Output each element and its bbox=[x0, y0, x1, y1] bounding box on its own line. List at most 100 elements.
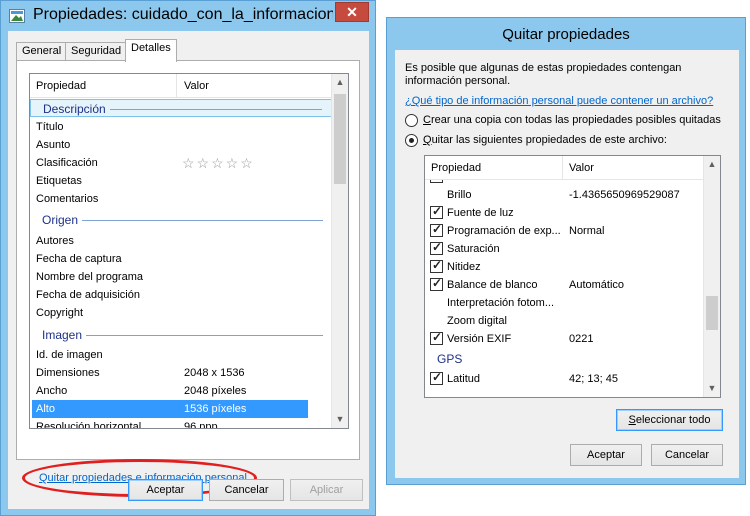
accept-button[interactable]: Aceptar bbox=[128, 479, 203, 501]
column-header-value[interactable]: Valor bbox=[569, 162, 594, 174]
column-header-property[interactable]: Propiedad bbox=[431, 162, 481, 174]
removal-row[interactable]: Interpretación fotom... bbox=[425, 294, 706, 312]
scroll-thumb[interactable] bbox=[334, 94, 346, 184]
tab-detalles[interactable]: Detalles bbox=[125, 39, 177, 62]
row-asunto[interactable]: Asunto bbox=[30, 136, 333, 154]
row-label: Programación de exp... bbox=[447, 225, 561, 237]
column-header-value[interactable]: Valor bbox=[184, 80, 209, 92]
scroll-down-icon[interactable]: ▼ bbox=[704, 380, 720, 397]
radio-create-copy[interactable] bbox=[405, 114, 418, 127]
row-copyright[interactable]: Copyright bbox=[30, 304, 333, 322]
row-dimensiones[interactable]: Dimensiones 2048 x 1536 bbox=[30, 364, 333, 382]
checkbox[interactable]: ✓ bbox=[430, 258, 443, 273]
row-autores[interactable]: Autores bbox=[30, 232, 333, 250]
vertical-scrollbar[interactable]: ▲ ▼ bbox=[331, 74, 348, 428]
row-label: Contraste bbox=[447, 180, 563, 183]
checkbox[interactable]: ✓ bbox=[430, 331, 443, 345]
column-divider[interactable] bbox=[562, 156, 563, 180]
removal-row[interactable]: ✓ Nitidez bbox=[425, 258, 706, 276]
removal-row[interactable]: ✓ Versión EXIF 0221 bbox=[425, 330, 706, 348]
row-etiquetas[interactable]: Etiquetas bbox=[30, 172, 333, 190]
scroll-thumb[interactable] bbox=[706, 296, 718, 330]
row-label: Brillo bbox=[447, 189, 472, 201]
properties-body: General Seguridad Detalles Propiedad Val… bbox=[8, 31, 369, 509]
row-label: Fecha de adquisición bbox=[36, 289, 140, 301]
checkmark-icon: ✓ bbox=[432, 258, 443, 272]
removal-row[interactable]: Zoom digital bbox=[425, 312, 706, 330]
property-list[interactable]: Propiedad Valor Descripción Título Asunt… bbox=[29, 73, 349, 429]
removal-row[interactable]: ✓ Latitud 42; 13; 45 bbox=[425, 370, 706, 388]
dialog-title-bar[interactable]: Quitar propiedades bbox=[387, 18, 745, 48]
row-label: Alto bbox=[36, 403, 55, 415]
file-icon bbox=[9, 9, 25, 23]
column-header-property[interactable]: Propiedad bbox=[36, 80, 86, 92]
radio-create-copy-label[interactable]: Crear una copia con todas las propiedade… bbox=[423, 114, 721, 126]
row-label: Zoom digital bbox=[447, 315, 507, 327]
row-label: Versión EXIF bbox=[447, 333, 512, 345]
row-label: Latitud bbox=[447, 373, 481, 385]
accept-button[interactable]: Aceptar bbox=[570, 444, 642, 466]
rating-stars[interactable]: ☆☆☆☆☆ bbox=[182, 155, 255, 172]
apply-button: Aplicar bbox=[290, 479, 363, 501]
checkbox[interactable]: ✓ bbox=[430, 241, 443, 255]
removal-row[interactable]: ✓ Fuente de luz bbox=[425, 204, 706, 222]
group-gps[interactable]: GPS bbox=[425, 349, 706, 367]
remove-properties-dialog: Quitar propiedades Es posible que alguna… bbox=[386, 17, 746, 485]
removal-row[interactable]: ✓ Balance de blanco Automático bbox=[425, 276, 706, 294]
removal-row[interactable]: ✓ Saturación bbox=[425, 240, 706, 258]
mnemonic: S bbox=[628, 414, 636, 426]
row-id-imagen[interactable]: Id. de imagen bbox=[30, 346, 333, 364]
removal-row[interactable]: ✓ Programación de exp... Normal bbox=[425, 222, 706, 240]
group-label: Imagen bbox=[42, 328, 87, 342]
cancel-button[interactable]: Cancelar bbox=[209, 479, 284, 501]
column-divider[interactable] bbox=[176, 74, 177, 98]
vertical-scrollbar[interactable]: ▲ ▼ bbox=[703, 156, 720, 397]
checkmark-icon: ✓ bbox=[432, 276, 443, 290]
label-text: rear una copia con todas las propiedades… bbox=[430, 114, 721, 126]
personal-info-link[interactable]: ¿Qué tipo de información personal puede … bbox=[405, 95, 713, 107]
select-all-button[interactable]: Seleccionar todo bbox=[616, 409, 723, 431]
removal-row[interactable]: Brillo -1.4365650969529087 bbox=[425, 186, 706, 204]
close-button[interactable]: ✕ bbox=[335, 2, 369, 22]
checkbox[interactable]: ✓ bbox=[430, 276, 443, 291]
checkmark-icon: ✓ bbox=[432, 180, 442, 182]
row-titulo[interactable]: Título bbox=[30, 118, 333, 136]
group-origen[interactable]: Origen bbox=[30, 211, 333, 229]
mnemonic: C bbox=[423, 114, 431, 126]
row-label: Nombre del programa bbox=[36, 271, 143, 283]
row-label: Resolución horizontal bbox=[36, 421, 142, 429]
radio-remove-selected-label[interactable]: Quitar las siguientes propiedades de est… bbox=[423, 134, 667, 146]
scroll-up-icon[interactable]: ▲ bbox=[332, 74, 348, 91]
checkbox[interactable]: ✓ bbox=[430, 223, 443, 237]
dialog-body: Es posible que algunas de estas propieda… bbox=[395, 50, 739, 478]
cancel-button[interactable]: Cancelar bbox=[651, 444, 723, 466]
removal-property-list[interactable]: Propiedad Valor ✓ Contraste Brillo -1.43656… bbox=[424, 155, 721, 398]
group-descripcion[interactable]: Descripción bbox=[30, 99, 333, 117]
row-alto-selected[interactable]: Alto 1536 píxeles bbox=[32, 400, 308, 418]
checkbox[interactable]: ✓ bbox=[430, 371, 443, 385]
row-fecha-adquisicion[interactable]: Fecha de adquisición bbox=[30, 286, 333, 304]
scroll-up-icon[interactable]: ▲ bbox=[704, 156, 720, 173]
properties-title-bar[interactable]: Propiedades: cuidado_con_la_informacion_… bbox=[1, 1, 375, 31]
tab-general[interactable]: General bbox=[16, 42, 68, 61]
row-resolucion[interactable]: Resolución horizontal 96 ppp bbox=[30, 418, 333, 429]
row-value: 0221 bbox=[569, 333, 594, 345]
row-clasificacion[interactable]: Clasificación ☆☆☆☆☆ bbox=[30, 154, 333, 172]
row-fecha-captura[interactable]: Fecha de captura bbox=[30, 250, 333, 268]
tab-seguridad[interactable]: Seguridad bbox=[65, 42, 128, 61]
checkbox[interactable]: ✓ bbox=[430, 180, 443, 183]
list-header: Propiedad Valor bbox=[425, 156, 706, 180]
row-nombre-programa[interactable]: Nombre del programa bbox=[30, 268, 333, 286]
intro-text: Es posible que algunas de estas propieda… bbox=[405, 62, 682, 87]
group-label: Descripción bbox=[43, 102, 110, 116]
radio-remove-selected[interactable] bbox=[405, 134, 418, 147]
row-label: Ancho bbox=[36, 385, 68, 397]
group-label: GPS bbox=[437, 352, 463, 366]
row-ancho[interactable]: Ancho 2048 píxeles bbox=[30, 382, 333, 400]
row-value: -1.4365650969529087 bbox=[569, 189, 680, 201]
scroll-down-icon[interactable]: ▼ bbox=[332, 411, 348, 428]
group-imagen[interactable]: Imagen bbox=[30, 326, 333, 344]
row-comentarios[interactable]: Comentarios bbox=[30, 190, 333, 208]
checkbox[interactable]: ✓ bbox=[430, 205, 443, 219]
row-value: 2048 x 1536 bbox=[184, 367, 245, 379]
